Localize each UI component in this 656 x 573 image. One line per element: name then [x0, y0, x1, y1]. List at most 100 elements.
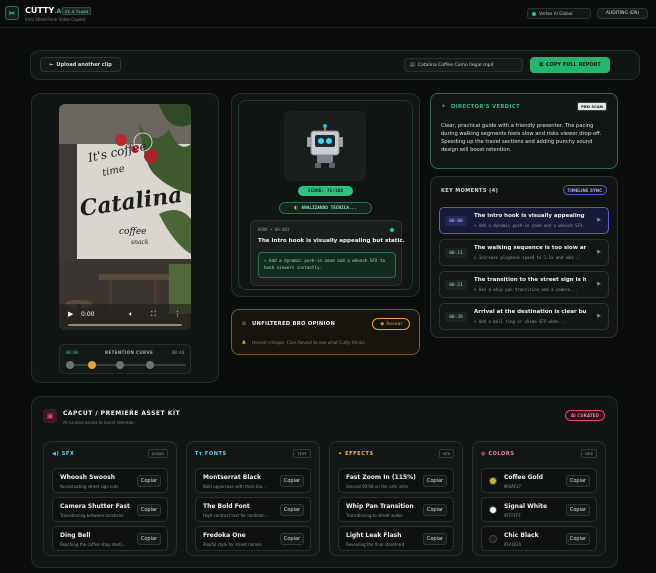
copy-button[interactable]: Copiar	[137, 532, 161, 545]
retention-marker	[66, 361, 74, 369]
opinion-title: UNFILTERED BRO OPINION	[252, 321, 336, 327]
timeline-sync-badge: TIMELINE SYNC	[562, 185, 607, 195]
asset-item: Signal White #FFFFFF Copiar	[481, 497, 597, 522]
font-icon: Tт	[195, 451, 203, 457]
svg-text:snack: snack	[131, 239, 149, 246]
copy-button[interactable]: Copiar	[423, 474, 447, 487]
file-name-chip: ▤ Catalina Coffee Como llegar.mp4	[404, 58, 523, 72]
auditing-language-button[interactable]: AUDITING (EN)	[597, 8, 648, 19]
video-progress-bar[interactable]	[68, 324, 182, 326]
kit-title: CAPCUT / PREMIERE ASSET KIT	[63, 410, 181, 417]
color-swatch	[489, 535, 497, 543]
volume-icon[interactable]: 🔈︎	[129, 310, 133, 319]
play-icon[interactable]: ▶	[597, 313, 601, 319]
play-icon[interactable]: ▶	[597, 281, 601, 287]
hook-card: HOOK • 00:001 The intro hook is visually…	[250, 220, 405, 286]
retention-marker	[116, 361, 124, 369]
hook-status-dot-icon	[390, 228, 394, 232]
asset-item: Coffee Gold #D4AF37 Copiar	[481, 468, 597, 493]
verdict-text: Clear, practical guide with a friendly p…	[441, 123, 602, 154]
color-swatch	[489, 477, 497, 485]
column-badge: AUDIO	[147, 449, 168, 458]
asset-item: The Bold Font High-contrast text for lan…	[195, 497, 311, 522]
play-icon[interactable]: ▶	[68, 310, 73, 318]
fire-icon: 🔥︎	[242, 320, 247, 327]
verdict-badge: PRO SCAN	[577, 102, 607, 111]
moments-title: KEY MOMENTS (4)	[441, 188, 499, 194]
color-swatch	[489, 506, 497, 514]
moment-item[interactable]: 00:00 The intro hook is visually appeali…	[439, 207, 609, 234]
hook-fix: ✎ Add a dynamic push-in zoom and a whoos…	[258, 252, 396, 278]
copy-button[interactable]: Copiar	[566, 532, 590, 545]
file-icon: ▤	[410, 62, 415, 68]
copy-button[interactable]: Copiar	[137, 474, 161, 487]
analysis-status: ◐ ANALIZANDO TÉCNICA...	[279, 202, 372, 214]
video-time: 0:00	[81, 311, 95, 318]
robot-icon	[307, 124, 343, 168]
copy-button[interactable]: Copiar	[566, 503, 590, 516]
retention-track[interactable]	[66, 361, 186, 369]
kit-subtitle: AI curated assets to boost retention	[63, 420, 135, 425]
asset-item: Light Leak Flash Revealing the final sto…	[338, 526, 454, 551]
opinion-text: Honest critique. Click Reveal to see wha…	[252, 340, 366, 345]
upload-clip-button[interactable]: ← Upload another clip	[40, 57, 121, 72]
retention-start: 00:00	[66, 350, 79, 355]
kit-column-fonts: Tт FONTS TEXT Montserrat Black Bold uppe…	[186, 441, 320, 556]
column-badge: HEX	[581, 449, 597, 458]
copy-button[interactable]: Copiar	[280, 474, 304, 487]
play-icon[interactable]: ▶	[597, 249, 601, 255]
key-moments-panel: KEY MOMENTS (4) TIMELINE SYNC 00:00 The …	[430, 176, 618, 338]
video-player[interactable]: It's coffee time Catalina coffee snack ▶…	[59, 104, 191, 330]
verdict-title: DIRECTOR'S VERDICT	[451, 104, 520, 110]
column-badge: VFX	[438, 449, 454, 458]
logo-icon: ✂	[5, 6, 19, 20]
opinion-panel: 🔥︎ UNFILTERED BRO OPINION ◉ Reveal ▲ Hon…	[231, 309, 420, 355]
moment-item[interactable]: 00:21 The transition to the street sign …	[439, 271, 609, 298]
copy-icon: ⧉	[539, 62, 543, 68]
app-title: CUTTY.AI	[25, 6, 64, 15]
app-header: ✂ CUTTY.AI V3.5 FLASH Viral Short-Form V…	[0, 0, 656, 28]
copy-button[interactable]: Copiar	[280, 503, 304, 516]
copy-report-button[interactable]: ⧉ COPY FULL REPORT	[530, 57, 610, 73]
version-badge: V3.5 FLASH	[62, 7, 91, 15]
asset-item: Montserrat Black Bold uppercase with thi…	[195, 468, 311, 493]
kit-column-effects: ✦ EFFECTS VFX Fast Zoom In (115%) Second…	[329, 441, 463, 556]
copy-button[interactable]: Copiar	[423, 503, 447, 516]
asset-item: Ding Bell Reaching the coffee shop desti…	[52, 526, 168, 551]
sparkle-icon: ✦	[441, 103, 447, 110]
lock-icon: ▲	[242, 339, 246, 345]
hook-label: HOOK • 00:001	[258, 227, 290, 232]
kit-column-sfx: ◀) SFX AUDIO Whoosh Swoosh Accentuating …	[43, 441, 177, 556]
eye-icon: ◉	[380, 321, 385, 327]
kit-icon: ▣	[43, 409, 57, 423]
verdict-panel: ✦ DIRECTOR'S VERDICT PRO SCAN Clear, pra…	[430, 93, 618, 169]
svg-text:coffee: coffee	[119, 227, 147, 237]
copy-button[interactable]: Copiar	[423, 532, 447, 545]
moment-item[interactable]: 00:11 The walking sequence is too slow a…	[439, 239, 609, 266]
asset-item: Fast Zoom In (115%) Second 00:08 on the …	[338, 468, 454, 493]
asset-item: Whoosh Swoosh Accentuating street sign c…	[52, 468, 168, 493]
more-options-icon[interactable]: ⋮	[174, 310, 181, 318]
asset-item: Camera Shutter Fast Transitioning betwee…	[52, 497, 168, 522]
copy-button[interactable]: Copiar	[566, 474, 590, 487]
kit-column-colors: ◍ COLORS HEX Coffee Gold #D4AF37 Copiar …	[472, 441, 606, 556]
copy-button[interactable]: Copiar	[280, 532, 304, 545]
retention-end: 00:48	[171, 350, 184, 355]
video-panel: It's coffee time Catalina coffee snack ▶…	[31, 93, 219, 383]
retention-handle[interactable]	[88, 361, 97, 369]
reveal-button[interactable]: ◉ Reveal	[372, 318, 410, 330]
asset-item: Chic Black #1A1A1A Copiar	[481, 526, 597, 551]
ai-curated-badge: AI CURATED	[564, 410, 605, 421]
retention-label: RETENTION CURVE	[105, 350, 154, 355]
score-badge: SCORE: 72/100	[298, 186, 353, 196]
fullscreen-icon[interactable]: ⛶	[151, 310, 156, 319]
moment-item[interactable]: 00:39 Arrival at the destination is clea…	[439, 303, 609, 330]
play-icon[interactable]: ▶	[597, 217, 601, 223]
analysis-panel: SCORE: 72/100 ◐ ANALIZANDO TÉCNICA... HO…	[231, 93, 420, 297]
robot-avatar	[284, 111, 366, 181]
sparkle-icon: ✦	[338, 451, 343, 457]
retention-marker	[146, 361, 154, 369]
spinner-icon: ◐	[294, 205, 299, 211]
region-indicator: Vertex AI Global	[527, 8, 591, 19]
copy-button[interactable]: Copiar	[137, 503, 161, 516]
